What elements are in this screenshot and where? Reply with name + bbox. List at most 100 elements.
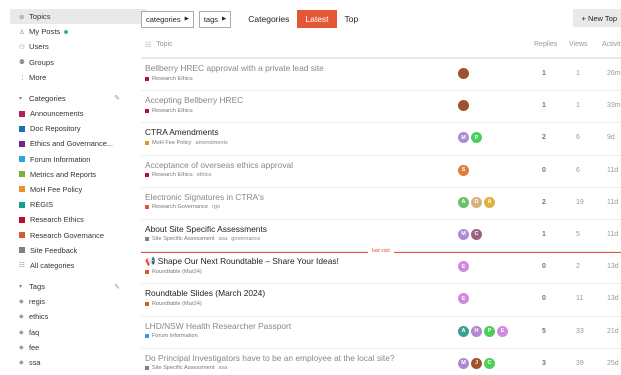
avatar[interactable]: M	[458, 357, 469, 369]
tab-top[interactable]: Top	[337, 10, 367, 28]
topic-tag-link[interactable]: rgo	[212, 204, 220, 210]
sidebar-category-item[interactable]: ☷ All categories	[10, 258, 120, 273]
sidebar-tag-item[interactable]: ◆ ssa	[10, 355, 128, 370]
topic-row[interactable]: CTRA Amendments MoH Fee Policy amendments M…	[141, 123, 621, 156]
sidebar-category-item[interactable]: REGIS	[10, 197, 120, 212]
tags-section-header[interactable]: ▾ Tags ✎	[10, 279, 120, 294]
topic-category-link[interactable]: Research Governance	[152, 204, 208, 210]
topic-title-link[interactable]: LHD/NSW Health Researcher Passport	[145, 321, 291, 331]
topic-category-link[interactable]: Research Ethics	[152, 172, 193, 178]
topic-tag-link[interactable]: amendments	[195, 140, 227, 146]
avatar[interactable]: H	[471, 325, 482, 337]
topic-category-link[interactable]: Site Specific Assessment	[152, 365, 215, 371]
activity-time[interactable]: 11d	[607, 167, 618, 174]
sidebar-category-item[interactable]: Research Governance	[10, 227, 120, 242]
avatar[interactable]: P	[471, 132, 482, 144]
activity-time[interactable]: 33m	[607, 102, 621, 109]
topic-row[interactable]: Electronic Signatures in CTRA's Research …	[141, 188, 621, 220]
sidebar-category-item[interactable]: Announcements	[10, 106, 120, 121]
edit-pencil-icon[interactable]: ✎	[114, 94, 120, 102]
topic-title-link[interactable]: Accepting Bellberry HREC	[145, 95, 243, 105]
topic-tag-link[interactable]: governance	[231, 236, 260, 242]
activity-time[interactable]: 26m	[607, 70, 621, 77]
sidebar-tag-item[interactable]: ◆ faq	[10, 325, 128, 340]
avatar[interactable]: E	[458, 261, 469, 273]
edit-pencil-icon[interactable]: ✎	[114, 283, 120, 291]
activity-column-header[interactable]: Activit	[602, 41, 621, 48]
avatar[interactable]: S	[458, 164, 469, 176]
avatar[interactable]: E	[497, 325, 508, 337]
tab-categories[interactable]: Categories	[240, 10, 297, 28]
topic-title-link[interactable]: Bellberry HREC approval with a private l…	[145, 63, 324, 73]
activity-time[interactable]: 13d	[607, 263, 619, 270]
topic-title-link[interactable]: About Site Specific Assessments	[145, 224, 267, 234]
activity-time[interactable]: 11d	[607, 199, 618, 206]
categories-dropdown[interactable]: categories ▶	[141, 10, 194, 28]
topic-category-link[interactable]: Forum Information	[152, 333, 198, 339]
sidebar-category-item[interactable]: Site Feedback	[10, 243, 120, 258]
tags-dropdown[interactable]: tags ▶	[198, 10, 232, 28]
avatar[interactable]: A	[458, 325, 469, 337]
views-column-header[interactable]: Views	[569, 41, 588, 48]
sidebar-category-item[interactable]: Doc Repository	[10, 121, 120, 136]
sidebar-tag-item[interactable]: ☷All tags	[10, 370, 128, 375]
topic-tag-link[interactable]: ssa	[219, 236, 228, 242]
topic-category-link[interactable]: Research Ethics	[152, 76, 193, 82]
avatar[interactable]: P	[484, 325, 495, 337]
avatar[interactable]: M	[458, 132, 469, 144]
topic-title-link[interactable]: Acceptance of overseas ethics approval	[145, 160, 293, 170]
activity-time[interactable]: 21d	[607, 328, 619, 335]
topic-category-link[interactable]: Site Specific Assessment	[152, 236, 215, 242]
topic-title-link[interactable]: CTRA Amendments	[145, 127, 219, 137]
topic-category-link[interactable]: Roundtable (Mar24)	[152, 269, 202, 275]
sidebar-tag-item[interactable]: ◆ ethics	[10, 309, 128, 324]
sidebar-item-more[interactable]: ⋮ More	[10, 70, 128, 85]
topic-tag-link[interactable]: ethics	[197, 172, 212, 178]
avatar[interactable]: D	[471, 196, 482, 208]
avatar[interactable]: C	[471, 228, 482, 240]
topic-row[interactable]: Bellberry HREC approval with a private l…	[141, 59, 621, 92]
topic-row[interactable]: Do Principal Investigators have to be an…	[141, 349, 621, 375]
topic-row[interactable]: Accepting Bellberry HREC Research Ethics 1…	[141, 91, 621, 124]
topic-title-link[interactable]: 📢 Shape Our Next Roundtable – Share Your…	[145, 256, 339, 267]
topic-category-link[interactable]: MoH Fee Policy	[152, 140, 191, 146]
topic-column-header[interactable]: ☷ Topic	[145, 41, 173, 49]
avatar[interactable]: E	[458, 293, 469, 305]
avatar[interactable]: J	[471, 357, 482, 369]
activity-time[interactable]: 25d	[607, 360, 619, 367]
avatar[interactable]: M	[458, 228, 469, 240]
activity-time[interactable]: 9d	[607, 134, 615, 141]
avatar[interactable]: C	[484, 357, 495, 369]
avatar[interactable]	[458, 68, 469, 79]
sidebar-category-item[interactable]: MoH Fee Policy	[10, 182, 120, 197]
activity-time[interactable]: 13d	[607, 295, 619, 302]
avatar[interactable]: A	[484, 196, 495, 208]
sidebar-tag-item[interactable]: ◆ regis	[10, 294, 128, 309]
sidebar-item-topics[interactable]: ≣ Topics	[10, 9, 147, 25]
sidebar-category-item[interactable]: Forum Information	[10, 152, 120, 167]
sidebar-item-groups[interactable]: ⚉ Groups	[10, 55, 128, 70]
topic-row[interactable]: LHD/NSW Health Researcher Passport Forum …	[141, 317, 621, 349]
replies-column-header[interactable]: Replies	[534, 41, 557, 48]
new-topic-button[interactable]: + New Top	[573, 9, 621, 27]
topic-title-link[interactable]: Roundtable Slides (March 2024)	[145, 288, 265, 298]
sidebar-category-item[interactable]: Metrics and Reports	[10, 167, 120, 182]
topic-row[interactable]: Roundtable Slides (March 2024) Roundtable…	[141, 284, 621, 317]
sidebar-category-item[interactable]: Research Ethics	[10, 212, 120, 227]
bulk-select-icon[interactable]: ☷	[145, 41, 151, 49]
topic-row[interactable]: Acceptance of overseas ethics approval Re…	[141, 156, 621, 188]
activity-time[interactable]: 11d	[607, 231, 618, 238]
topic-tag-link[interactable]: ssa	[219, 365, 228, 371]
sidebar-item-my-posts[interactable]: ♙ My Posts	[10, 24, 128, 39]
avatar[interactable]	[458, 100, 469, 112]
sidebar-tag-item[interactable]: ◆ fee	[10, 340, 128, 355]
tab-latest[interactable]: Latest	[297, 10, 337, 28]
topic-title-link[interactable]: Do Principal Investigators have to be an…	[145, 353, 395, 363]
sidebar-category-item[interactable]: Ethics and Governance...	[10, 136, 120, 151]
avatar[interactable]: A	[458, 196, 469, 208]
categories-section-header[interactable]: ▾ Categories ✎	[10, 91, 120, 106]
topic-category-link[interactable]: Research Ethics	[152, 108, 193, 114]
topic-row[interactable]: last visit 📢 Shape Our Next Roundtable – …	[141, 248, 621, 285]
sidebar-item-users[interactable]: ⚇ Users	[10, 39, 128, 54]
topic-title-link[interactable]: Electronic Signatures in CTRA's	[145, 192, 264, 202]
